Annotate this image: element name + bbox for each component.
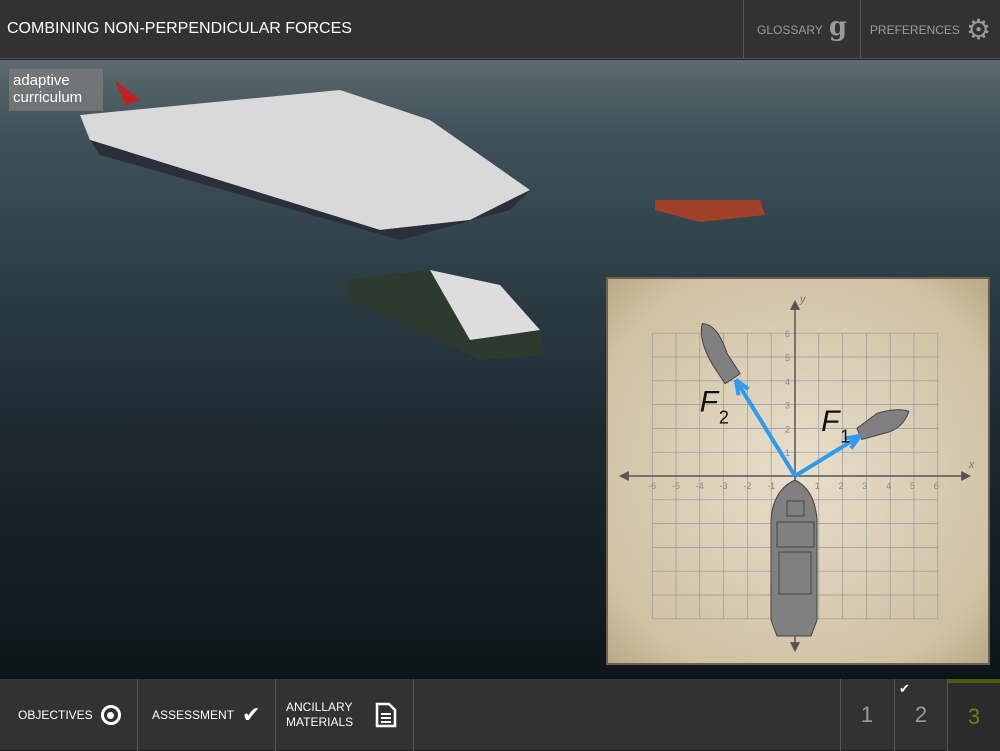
x-tick-label: 1 bbox=[815, 481, 820, 491]
ancillary-line1: ANCILLARY bbox=[286, 700, 353, 714]
assessment-button[interactable]: ASSESSMENT ✔ bbox=[138, 679, 276, 751]
page-title: COMBINING NON-PERPENDICULAR FORCES bbox=[7, 20, 352, 37]
page-3-button[interactable]: 3 bbox=[947, 679, 1000, 751]
page-3-label: 3 bbox=[967, 704, 981, 729]
glossary-g-icon: g bbox=[828, 11, 847, 42]
f2-label: F bbox=[700, 386, 720, 419]
x-axis-label: x bbox=[968, 459, 975, 471]
y-axis-label: y bbox=[799, 293, 807, 305]
x-tick-label: 5 bbox=[910, 481, 915, 491]
document-icon bbox=[375, 702, 397, 728]
objectives-button[interactable]: OBJECTIVES bbox=[0, 679, 138, 751]
checkmark-icon: ✔ bbox=[242, 702, 261, 727]
x-tick-label: -6 bbox=[648, 481, 656, 491]
force-diagram: xy-6-5-4-3-2-10123456654321-6F2F1 bbox=[606, 277, 990, 665]
logo-line2: curriculum bbox=[13, 89, 83, 106]
x-tick-label: -4 bbox=[696, 481, 704, 491]
f2-subscript: 2 bbox=[719, 408, 729, 428]
x-tick-label: -1 bbox=[767, 481, 775, 491]
target-icon bbox=[100, 705, 121, 725]
f1-subscript: 1 bbox=[840, 427, 850, 447]
page-1-button[interactable]: 1 bbox=[840, 679, 893, 751]
assessment-label: ASSESSMENT bbox=[152, 708, 235, 722]
f1-label: F bbox=[821, 405, 841, 438]
page-1-label: 1 bbox=[860, 702, 874, 727]
glossary-label: GLOSSARY bbox=[757, 22, 823, 37]
adaptive-curriculum-logo: adaptive curriculum bbox=[9, 69, 103, 111]
y-tick-label: 3 bbox=[785, 401, 790, 411]
bottom-bar: OBJECTIVES ASSESSMENT ✔ ANCILLARY MATERIA… bbox=[0, 678, 1000, 751]
coordinate-plane: xy-6-5-4-3-2-10123456654321-6F2F1 bbox=[618, 293, 975, 653]
f2-boat bbox=[700, 323, 741, 385]
objectives-label: OBJECTIVES bbox=[18, 708, 93, 722]
page-2-button[interactable]: ✔ 2 bbox=[894, 679, 947, 751]
f1-boat bbox=[856, 409, 910, 440]
glossary-button[interactable]: GLOSSARY g bbox=[743, 0, 860, 59]
x-tick-label: 2 bbox=[839, 481, 844, 491]
x-tick-label: -3 bbox=[720, 481, 728, 491]
preferences-label: PREFERENCES bbox=[869, 22, 960, 37]
x-tick-label: -2 bbox=[743, 481, 751, 491]
ancillary-line2: MATERIALS bbox=[286, 715, 354, 729]
y-tick-label: 1 bbox=[785, 448, 790, 458]
logo-line1: adaptive bbox=[13, 72, 70, 89]
x-tick-label: 6 bbox=[934, 481, 939, 491]
ancillary-label: ANCILLARY MATERIALS bbox=[286, 700, 353, 730]
ancillary-materials-button[interactable]: ANCILLARY MATERIALS bbox=[276, 679, 414, 751]
completed-check-icon: ✔ bbox=[899, 681, 910, 696]
page-2-label: 2 bbox=[914, 702, 928, 727]
main-boat bbox=[770, 479, 818, 637]
top-bar: COMBINING NON-PERPENDICULAR FORCES GLOSS… bbox=[0, 0, 1000, 59]
x-tick-label: 3 bbox=[862, 481, 867, 491]
scene-photo: adaptive curriculum xy-6-5-4-3-2-1012345… bbox=[0, 60, 1000, 678]
x-tick-label: -5 bbox=[672, 481, 680, 491]
gear-icon: ⚙ bbox=[965, 14, 992, 45]
tug-right bbox=[655, 200, 765, 222]
y-tick-label: 5 bbox=[785, 353, 790, 363]
y-tick-label: 6 bbox=[785, 329, 790, 339]
y-tick-label: 2 bbox=[785, 424, 790, 434]
y-tick-label: 4 bbox=[785, 377, 790, 387]
preferences-button[interactable]: PREFERENCES ⚙ bbox=[860, 0, 1000, 59]
x-tick-label: 4 bbox=[886, 481, 891, 491]
